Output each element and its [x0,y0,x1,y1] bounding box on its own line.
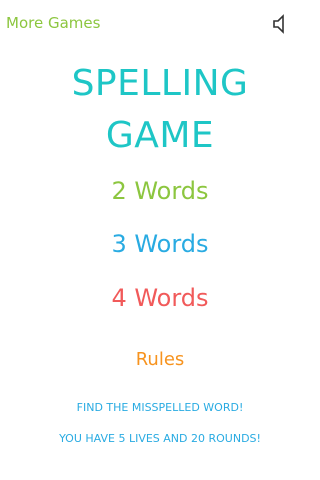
instruction-text: FIND THE MISSPELLED WORD! [76,401,244,414]
two-words-button[interactable]: 2 Words [60,173,260,209]
four-words-button[interactable]: 4 Words [60,280,260,316]
game-title-line1: SPELLING [71,63,249,104]
game-title-line2: GAME [105,115,215,156]
main-menu-screen: More Games SPELLING GAME 2 Words 3 Words… [0,0,320,480]
lives-rounds-text: YOU HAVE 5 LIVES AND 20 ROUNDS! [59,432,261,445]
rules-button[interactable]: Rules [110,347,210,373]
sound-toggle-button[interactable] [268,12,292,36]
more-games-button[interactable]: More Games [6,12,100,34]
speaker-icon [273,14,284,34]
three-words-button[interactable]: 3 Words [60,226,260,262]
